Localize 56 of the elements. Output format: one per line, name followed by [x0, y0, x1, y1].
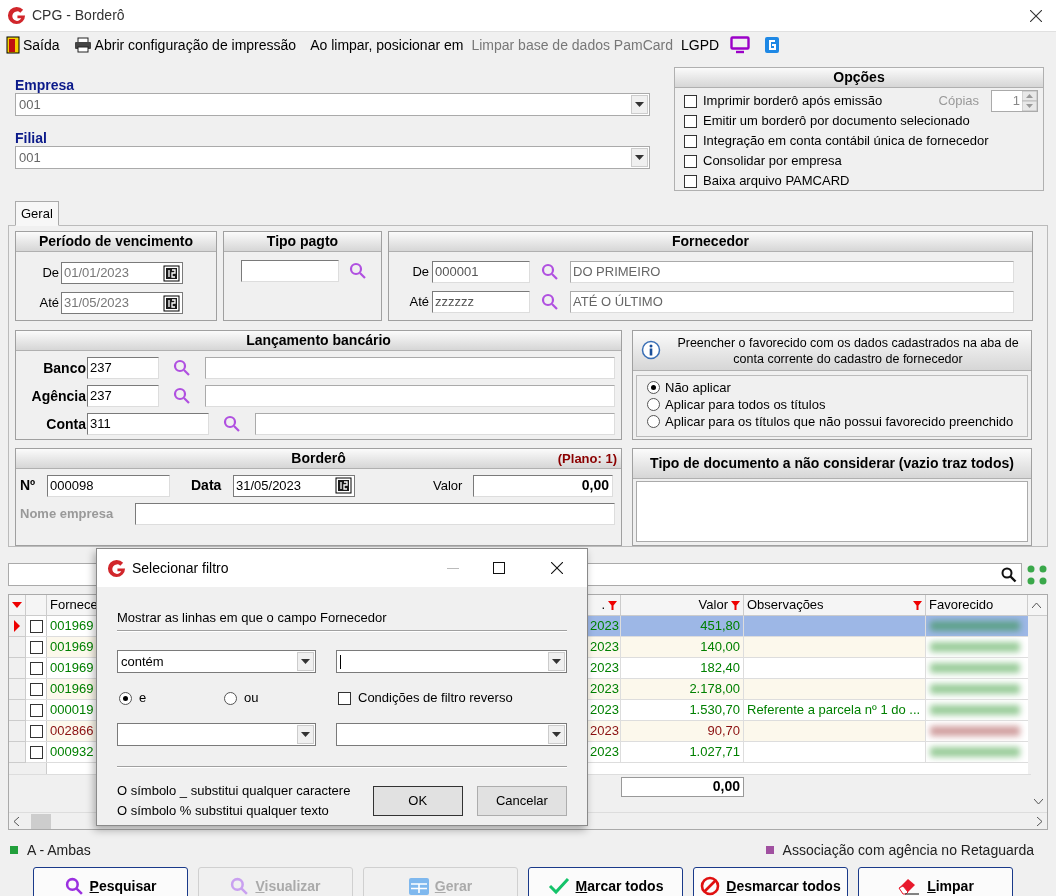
table-cell-text: 001969: [50, 680, 94, 699]
field-label: Data: [191, 476, 223, 495]
field-label: Nº: [20, 476, 37, 495]
checkbox-label: Emitir um borderô por documento selecionado: [703, 112, 970, 131]
group-header: Tipo de documento a não considerar (vazio traz todos): [633, 449, 1031, 479]
radio-label: Aplicar para os títulos que não possui favorecido preenchido: [665, 412, 1014, 431]
table-cell-text: 001969: [50, 659, 94, 678]
group-header: Tipo pagto: [224, 232, 381, 252]
field-label: Valor: [433, 476, 464, 495]
info-text: Preencher o favorecido com os dados cadastrados na aba de conta corrente do cadastro de fornecedor: [676, 334, 1020, 367]
table-cell: 1.530,70: [621, 700, 744, 720]
table-cell-text: 002866: [50, 722, 94, 741]
field-label: Conta: [45, 414, 87, 434]
radio-label: Aplicar para todos os títulos: [665, 395, 826, 414]
checkbox-label: Baixa arquivo PAMCARD: [703, 172, 850, 191]
group-header: Opções: [675, 68, 1043, 88]
table-cell-text: 000019: [50, 701, 94, 720]
total-field: 0,00: [621, 776, 744, 797]
field-label: Até: [408, 293, 430, 312]
plan-label: (Plano: 1): [557, 449, 617, 468]
field-label: Empresa: [15, 76, 76, 93]
group-header: Período de vencimento: [16, 232, 216, 252]
hint-text: O símbolo % substitui qualquer texto: [117, 802, 330, 820]
radio-label: ou: [244, 689, 259, 708]
field-label: Nome empresa: [20, 505, 115, 524]
window-title: CPG - Borderô: [32, 6, 125, 25]
table-cell: Referente a parcela nº 1 do ...: [744, 700, 926, 720]
table-cell: 451,80: [621, 616, 744, 636]
table-cell: 2.178,00: [621, 679, 744, 699]
field-label: Agência: [30, 386, 87, 406]
field-label: Até: [38, 294, 60, 313]
legend-label: Associação com agência no Retaguarda: [782, 840, 1034, 860]
checkbox-label: Imprimir borderô após emissão: [703, 92, 883, 111]
group-header: Fornecedor: [389, 232, 1032, 252]
legend-label: A - Ambas: [27, 840, 91, 860]
table-cell-text: 001969: [50, 617, 94, 636]
checkbox-label: Integração em conta contábil única de fornecedor: [703, 132, 989, 151]
field-label: De: [411, 263, 430, 282]
radio-label: e: [139, 689, 147, 708]
table-cell: 90,70: [621, 721, 744, 741]
table-cell-text: 000932: [50, 743, 94, 762]
group-header: Borderô (Plano: 1): [16, 449, 621, 469]
hint-text: O símbolo _ substitui qualquer caractere: [117, 782, 352, 800]
field-label: De: [41, 264, 60, 283]
field-label: Cópias: [938, 92, 979, 111]
table-cell: 1.027,71: [621, 742, 744, 762]
field-label: Banco: [42, 358, 87, 378]
table-cell-text: 001969: [50, 638, 94, 657]
checkbox-label: Consolidar por empresa: [703, 152, 842, 171]
group-header: Lançamento bancário: [16, 331, 621, 351]
field-label: Filial: [15, 129, 48, 146]
table-cell: 140,00: [621, 637, 744, 657]
dialog-title: Selecionar filtro: [132, 558, 229, 578]
radio-label: Não aplicar: [665, 378, 731, 397]
table-cell: 182,40: [621, 658, 744, 678]
prompt-text: Mostrar as linhas em que o campo Fornecedor: [117, 609, 388, 626]
